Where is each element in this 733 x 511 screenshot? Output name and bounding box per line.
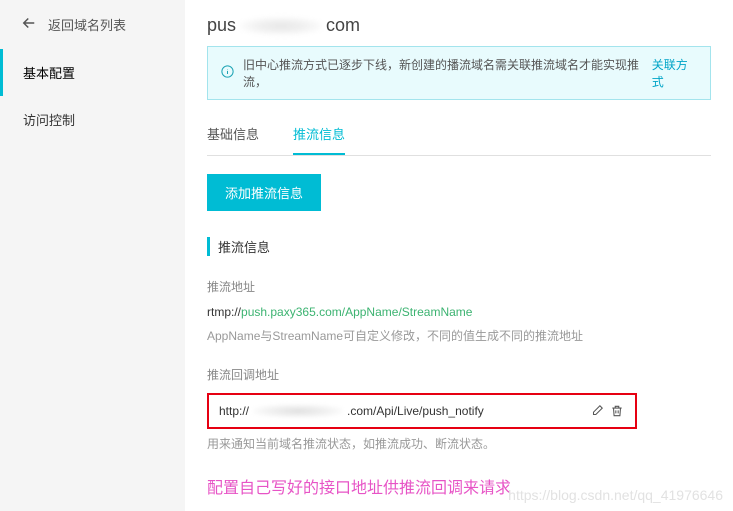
title-suffix: com bbox=[326, 15, 360, 36]
edit-icon[interactable] bbox=[589, 403, 605, 419]
notice-link[interactable]: 关联方式 bbox=[652, 56, 698, 90]
back-to-domain-list[interactable]: 返回域名列表 bbox=[0, 0, 185, 49]
callback-suffix: .com/Api/Live/push_notify bbox=[347, 404, 484, 418]
sidebar-item-access-control[interactable]: 访问控制 bbox=[0, 96, 185, 143]
callback-hint: 用来通知当前域名推流状态，如推流成功、断流状态。 bbox=[207, 435, 711, 452]
callback-prefix: http:// bbox=[219, 404, 249, 418]
push-address-hint: AppName与StreamName可自定义修改，不同的值生成不同的推流地址 bbox=[207, 327, 711, 344]
annotation-text: 配置自己写好的接口地址供推流回调来请求 bbox=[207, 474, 711, 498]
callback-label: 推流回调地址 bbox=[207, 366, 711, 383]
push-address-prefix: rtmp:// bbox=[207, 305, 241, 319]
arrow-left-icon bbox=[20, 14, 48, 35]
push-address-url: push.paxy365.com/AppName/StreamName bbox=[241, 305, 472, 319]
sidebar-item-basic-config[interactable]: 基本配置 bbox=[0, 49, 185, 96]
sidebar-item-label: 访问控制 bbox=[23, 113, 75, 128]
tab-push-info[interactable]: 推流信息 bbox=[293, 114, 345, 155]
sidebar-item-label: 基本配置 bbox=[23, 66, 75, 81]
push-address-label: 推流地址 bbox=[207, 278, 711, 295]
tab-basic-info[interactable]: 基础信息 bbox=[207, 114, 259, 155]
redacted-text bbox=[240, 17, 322, 35]
tabs: 基础信息 推流信息 bbox=[207, 114, 711, 156]
add-push-info-button[interactable]: 添加推流信息 bbox=[207, 174, 321, 211]
push-address-value: rtmp://push.paxy365.com/AppName/StreamNa… bbox=[207, 305, 711, 319]
callback-block: 推流回调地址 http:// .com/Api/Live/push_notify… bbox=[207, 366, 711, 452]
page-title: pus com bbox=[207, 0, 711, 46]
sidebar: 返回域名列表 基本配置 访问控制 bbox=[0, 0, 185, 511]
title-prefix: pus bbox=[207, 15, 236, 36]
section-title: 推流信息 bbox=[207, 237, 711, 256]
delete-icon[interactable] bbox=[609, 403, 625, 419]
tab-label: 推流信息 bbox=[293, 127, 345, 142]
notice-text: 旧中心推流方式已逐步下线，新创建的播流域名需关联推流域名才能实现推流， bbox=[243, 56, 648, 90]
tab-label: 基础信息 bbox=[207, 127, 259, 142]
main-content: pus com 旧中心推流方式已逐步下线，新创建的播流域名需关联推流域名才能实现… bbox=[185, 0, 733, 511]
info-notice: 旧中心推流方式已逐步下线，新创建的播流域名需关联推流域名才能实现推流， 关联方式 bbox=[207, 46, 711, 100]
redacted-text bbox=[253, 404, 343, 418]
push-address-block: 推流地址 rtmp://push.paxy365.com/AppName/Str… bbox=[207, 278, 711, 344]
callback-value-box: http:// .com/Api/Live/push_notify bbox=[207, 393, 637, 429]
back-label: 返回域名列表 bbox=[48, 15, 126, 34]
info-icon bbox=[220, 64, 243, 82]
